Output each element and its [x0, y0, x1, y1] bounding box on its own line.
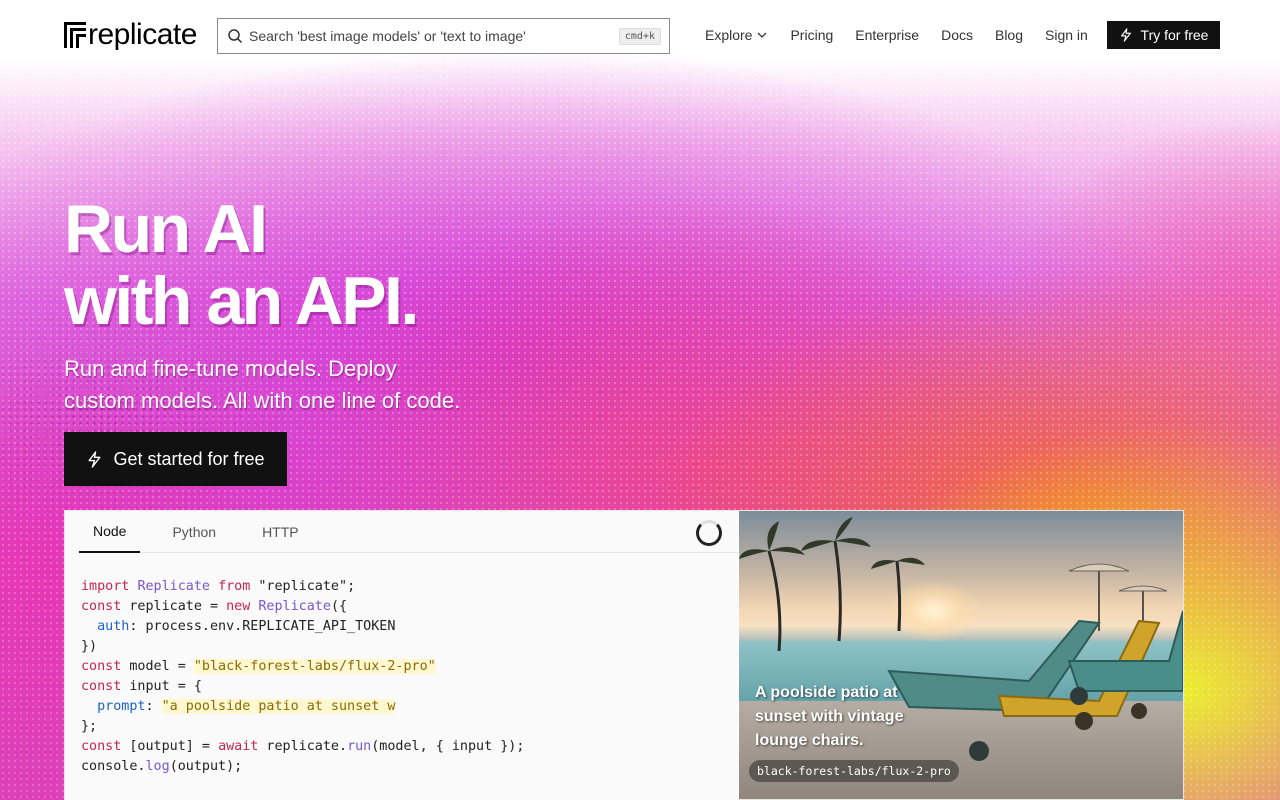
- code-token: Replicate: [137, 579, 210, 594]
- tab-http[interactable]: HTTP: [248, 511, 313, 553]
- code-token: ({: [330, 599, 348, 614]
- code-token: replicate =: [121, 599, 227, 614]
- lightning-icon: [88, 450, 101, 468]
- code-token: console.: [81, 759, 146, 774]
- code-token: run: [347, 739, 372, 754]
- code-line: const input = {: [81, 677, 524, 697]
- code-line: console.log(output);: [81, 757, 524, 777]
- code-token: "a poolside patio at sunset w: [161, 699, 396, 714]
- image-caption: A poolside patio at sunset with vintage …: [755, 684, 904, 749]
- hero-subtitle: Run and fine-tune models. Deploy custom …: [64, 353, 544, 417]
- code-token: replicate.: [258, 739, 348, 754]
- code-example-panel: Node Python HTTP import Replicate from "…: [64, 510, 1184, 800]
- code-token: : process.env.REPLICATE_API_TOKEN: [129, 619, 396, 634]
- code-token: Replicate: [258, 599, 331, 614]
- code-line: const [output] = await replicate.run(mod…: [81, 737, 524, 757]
- get-started-label: Get started for free: [113, 448, 265, 469]
- code-line: }): [81, 637, 524, 657]
- language-tabs: Node Python HTTP: [79, 511, 738, 553]
- code-token: const: [81, 599, 122, 614]
- site-header: replicate cmd+k Explore Pricing Enterpri…: [0, 0, 1280, 70]
- code-line: const replicate = new Replicate({: [81, 597, 524, 617]
- code-token: input = {: [121, 679, 202, 694]
- code-token: }): [81, 639, 98, 654]
- hero-title: Run AI with an API.: [64, 191, 419, 339]
- code-token: await: [218, 739, 259, 754]
- code-token: "replicate": [258, 579, 348, 594]
- code-line: import Replicate from "replicate";: [81, 577, 524, 597]
- code-token: auth: [97, 619, 130, 634]
- code-token: const: [81, 739, 122, 754]
- code-token: };: [81, 719, 98, 734]
- code-token: new: [226, 599, 251, 614]
- code-token: "black-forest-labs/flux-2-pro": [193, 659, 436, 674]
- code-token: prompt: [97, 699, 146, 714]
- code-token: log: [145, 759, 170, 774]
- lightning-icon: [1120, 28, 1131, 42]
- nav-explore[interactable]: Explore: [705, 27, 768, 43]
- patio-illustration: [739, 517, 1183, 761]
- hero-subtitle-line-2: custom models. All with one line of code…: [64, 388, 461, 413]
- hero-title-line-2: with an API.: [64, 263, 419, 339]
- search-box[interactable]: cmd+k: [217, 18, 670, 54]
- nav-docs[interactable]: Docs: [941, 27, 973, 43]
- search-input[interactable]: [249, 28, 609, 44]
- code-block: import Replicate from "replicate"; const …: [81, 577, 524, 777]
- code-token: (model, { input });: [371, 739, 525, 754]
- code-token: ;: [347, 579, 356, 594]
- nav-sign-in[interactable]: Sign in: [1045, 27, 1088, 43]
- output-image: A poolside patio at sunset with vintage …: [739, 511, 1183, 799]
- logo-text: replicate: [88, 18, 197, 51]
- tab-node[interactable]: Node: [79, 511, 141, 553]
- loading-spinner-icon: [696, 520, 722, 546]
- replicate-logo-icon: [64, 22, 86, 48]
- hero-title-line-1: Run AI: [64, 191, 268, 267]
- nav-enterprise[interactable]: Enterprise: [855, 27, 919, 43]
- logo[interactable]: replicate: [64, 18, 197, 52]
- chevron-down-icon: [758, 32, 767, 38]
- hero-subtitle-line-1: Run and fine-tune models. Deploy: [64, 356, 397, 381]
- code-token: import: [81, 579, 130, 594]
- search-icon: [228, 29, 243, 44]
- nav-pricing[interactable]: Pricing: [790, 27, 833, 43]
- code-token: model =: [121, 659, 194, 674]
- model-tag[interactable]: black-forest-labs/flux-2-pro: [749, 760, 959, 782]
- code-token: :: [145, 699, 162, 714]
- code-token: const: [81, 659, 122, 674]
- nav-explore-label: Explore: [705, 27, 753, 43]
- code-line: };: [81, 717, 524, 737]
- code-line: auth: process.env.REPLICATE_API_TOKEN: [81, 617, 524, 637]
- search-shortcut-badge: cmd+k: [618, 28, 661, 45]
- code-token: [output] =: [121, 739, 219, 754]
- code-token: const: [81, 679, 122, 694]
- code-line: const model = "black-forest-labs/flux-2-…: [81, 657, 524, 677]
- try-for-free-button[interactable]: Try for free: [1107, 21, 1220, 49]
- tab-python[interactable]: Python: [158, 511, 230, 553]
- code-token: from: [218, 579, 251, 594]
- nav-blog[interactable]: Blog: [995, 27, 1023, 43]
- code-column: Node Python HTTP import Replicate from "…: [65, 511, 738, 800]
- try-for-free-label: Try for free: [1140, 27, 1209, 43]
- code-line: prompt: "a poolside patio at sunset w: [81, 697, 524, 717]
- get-started-button[interactable]: Get started for free: [64, 432, 287, 486]
- top-nav: Explore Pricing Enterprise Docs Blog Sig…: [705, 24, 1110, 46]
- code-token: (output);: [169, 759, 243, 774]
